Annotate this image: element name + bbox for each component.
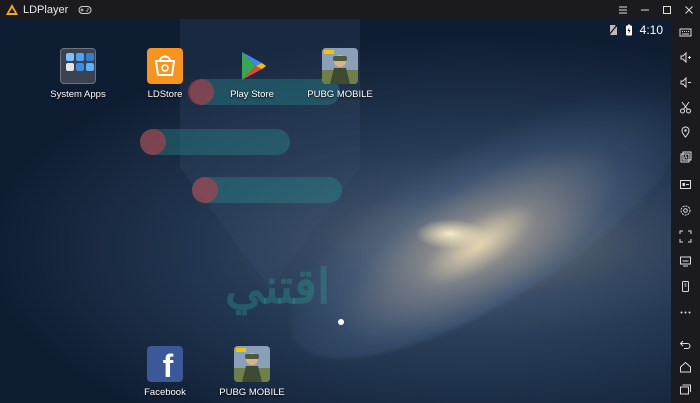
app-system-apps[interactable]: System Apps [38, 48, 118, 100]
volume-down-icon [680, 76, 691, 88]
screenshot-button[interactable] [671, 251, 700, 271]
fullscreen-icon [679, 230, 692, 242]
location-button[interactable] [671, 122, 700, 142]
volume-up-button[interactable] [671, 47, 700, 67]
apk-install-button[interactable]: A [671, 147, 700, 167]
volume-down-button[interactable] [671, 72, 700, 92]
recent-apps-icon [680, 384, 691, 394]
menu-button[interactable] [612, 0, 634, 19]
system-apps-icon [60, 48, 96, 84]
status-clock: 4:10 [639, 23, 663, 37]
minimize-icon [641, 9, 649, 10]
app-label: Play Store [230, 89, 274, 100]
maximize-icon [663, 5, 671, 14]
app-label: PUBG MOBILE [219, 387, 285, 398]
galaxy-core [415, 219, 485, 249]
keyboard-button[interactable] [671, 22, 700, 42]
app-play-store[interactable]: Play Store [212, 48, 292, 100]
pubg-icon [234, 346, 270, 382]
fullscreen-button[interactable] [671, 226, 700, 246]
screenshot-icon [680, 256, 691, 266]
location-icon [681, 126, 690, 138]
home-button[interactable] [671, 357, 700, 377]
side-toolbar: A [671, 19, 700, 403]
app-facebook[interactable]: f Facebook [125, 346, 205, 398]
title-bar: LDPlayer [0, 0, 700, 19]
keyboard-icon [679, 28, 692, 36]
svg-text:A: A [684, 155, 688, 161]
watermark-dot [140, 129, 166, 155]
watermark-dot [192, 177, 218, 203]
minimize-button[interactable] [634, 0, 656, 19]
battery-charging-icon [625, 24, 632, 36]
app-label: Facebook [144, 387, 186, 398]
back-button[interactable] [671, 334, 700, 354]
page-indicator-dot [338, 319, 344, 325]
android-status-bar: 4:10 [608, 23, 663, 37]
shake-icon [682, 280, 689, 292]
no-sim-icon [608, 24, 618, 36]
watermark-text: اقتني [225, 261, 331, 314]
ldplayer-logo-icon [6, 3, 18, 15]
window-title: LDPlayer [23, 3, 69, 16]
app-pubg-mobile[interactable]: PUBG MOBILE [300, 48, 380, 100]
apk-install-icon: A [680, 151, 692, 162]
close-icon [685, 5, 693, 14]
play-store-icon [234, 48, 270, 84]
volume-up-icon [680, 51, 691, 63]
operation-record-icon [680, 179, 691, 189]
scissors-button[interactable] [671, 97, 700, 117]
more-icon [680, 311, 691, 313]
more-button[interactable] [671, 302, 700, 322]
app-pubg-mobile-dock[interactable]: PUBG MOBILE [212, 346, 292, 398]
app-label: PUBG MOBILE [307, 89, 373, 100]
app-label: System Apps [50, 89, 106, 100]
settings-button[interactable] [671, 200, 700, 220]
app-ldstore[interactable]: LDStore [125, 48, 205, 100]
gamepad-icon[interactable] [78, 5, 92, 15]
hamburger-icon [619, 6, 627, 13]
maximize-button[interactable] [656, 0, 678, 19]
shake-button[interactable] [671, 276, 700, 296]
settings-icon [680, 205, 691, 215]
operation-record-button[interactable] [671, 174, 700, 194]
pubg-icon [322, 48, 358, 84]
back-icon [679, 340, 691, 349]
window-controls [612, 0, 700, 19]
app-label: LDStore [147, 89, 183, 100]
close-button[interactable] [678, 0, 700, 19]
facebook-icon: f [147, 346, 183, 382]
ldstore-icon [147, 48, 183, 84]
emulator-screen[interactable]: اقتني 4:10 System Apps LDStore Play Stor… [0, 19, 671, 403]
home-icon [680, 361, 691, 372]
scissors-icon [680, 101, 691, 113]
recent-apps-button[interactable] [671, 379, 700, 399]
